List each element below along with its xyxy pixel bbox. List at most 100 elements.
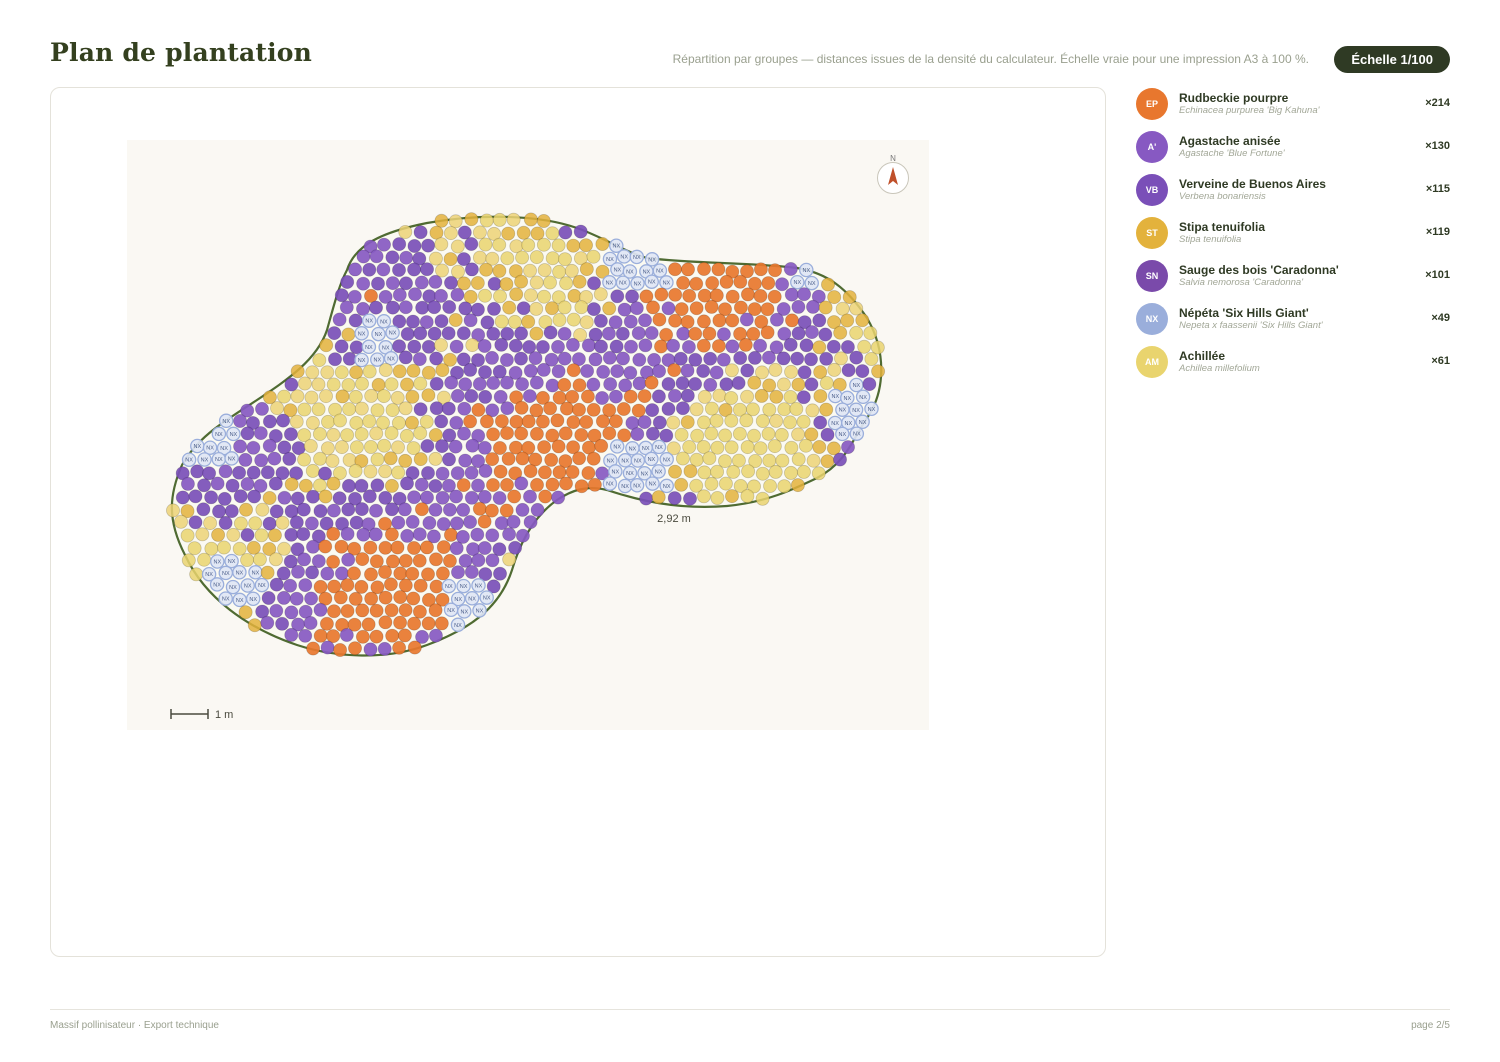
plant-dot: [421, 238, 436, 253]
plant-dot: [551, 439, 566, 454]
plant-dot: [738, 337, 753, 352]
plant-dot: [586, 249, 601, 264]
plant-dot: [450, 388, 465, 403]
legend-badge: SN: [1136, 260, 1168, 292]
plant-dot: [449, 541, 464, 556]
plant-dot: [267, 528, 282, 543]
plant-code-label: NX: [852, 408, 860, 414]
plant-code-label: NX: [244, 584, 252, 590]
plant-dot: [718, 428, 733, 443]
plant-dot: [499, 375, 514, 390]
plant-dot: [776, 377, 791, 392]
plant-dot: [233, 439, 248, 454]
plant-dot: [593, 287, 608, 302]
plant-code-label: NX: [614, 267, 622, 273]
plant-dot: [760, 302, 775, 317]
plant-dot: [593, 339, 608, 354]
plant-dot: [688, 376, 703, 391]
plant-dot: [393, 566, 408, 581]
plant-dot: [558, 476, 573, 491]
plant-dot: [247, 618, 262, 633]
plant-dot: [502, 300, 517, 315]
plant-dot: [542, 275, 557, 290]
plant-dot: [537, 465, 552, 480]
plant-dot: [479, 262, 494, 277]
plant-dot: [318, 539, 333, 554]
plant-dot: [304, 591, 319, 606]
plant-code-label: NX: [859, 395, 867, 401]
plant-dot: [529, 250, 544, 265]
plant-dot: [724, 363, 739, 378]
plant-dot: [470, 478, 485, 493]
plant-dot: [340, 274, 355, 289]
plant-dot: [368, 300, 383, 315]
plant-dot: [676, 275, 691, 290]
plant-dot: [407, 287, 422, 302]
plant-dot: [711, 262, 726, 277]
plant-dot: [675, 451, 690, 466]
plant-dot: [696, 489, 711, 504]
plant-dot: [284, 627, 299, 642]
plant-dot: [521, 414, 536, 429]
legend-item-nx: NX Népéta 'Six Hills Giant' Nepeta x faa…: [1136, 303, 1450, 346]
plant-dot: [704, 401, 719, 416]
plant-dot: [356, 276, 371, 291]
plant-dot: [732, 426, 747, 441]
plant-dot: [444, 375, 459, 390]
plant-dot: [709, 413, 724, 428]
plant-dot: [516, 225, 531, 240]
plant-dot: [651, 490, 666, 505]
plant-dot: [610, 289, 625, 304]
plant-code-label: NX: [793, 280, 801, 286]
plant-dot: [313, 579, 328, 594]
plant-dot: [433, 288, 448, 303]
plant-dot: [740, 389, 755, 404]
plant-dot: [812, 313, 827, 328]
plant-dot: [180, 528, 195, 543]
plant-dot: [464, 388, 479, 403]
plant-dot: [412, 553, 427, 568]
plant-dot: [290, 564, 305, 579]
plant-dot: [399, 428, 414, 443]
plant-dot: [559, 276, 574, 291]
plant-dot: [682, 439, 697, 454]
plant-dot: [355, 552, 370, 567]
plant-dot: [262, 438, 277, 453]
plant-dot: [500, 251, 515, 266]
plant-dot: [429, 376, 444, 391]
plant-dot: [421, 388, 436, 403]
plant-dot: [747, 375, 762, 390]
plant-dot: [666, 415, 681, 430]
plant-dot: [668, 313, 683, 328]
plant-dot: [463, 414, 478, 429]
plant-dot: [378, 362, 393, 377]
plant-dot: [603, 377, 618, 392]
plant-dot: [333, 590, 348, 605]
plant-dot: [666, 338, 681, 353]
plant-code-label: NX: [649, 482, 657, 488]
plant-dot: [464, 262, 479, 277]
plant-code-label: NX: [838, 432, 846, 438]
plant-dot: [428, 628, 443, 643]
plant-code-label: NX: [626, 270, 634, 276]
plant-dot: [521, 238, 536, 253]
plant-dot: [492, 237, 507, 252]
plant-dot: [362, 414, 377, 429]
plant-dot: [813, 415, 828, 430]
plant-code-label: NX: [236, 598, 244, 604]
plant-dot: [428, 603, 443, 618]
plant-dot: [464, 212, 479, 227]
legend-count: ×49: [1431, 312, 1450, 324]
legend-count: ×101: [1425, 269, 1450, 281]
plant-dot: [419, 540, 434, 555]
plant-dot: [342, 402, 357, 417]
plant-dot: [567, 288, 582, 303]
plant-dot: [449, 516, 464, 531]
plant-dot: [514, 426, 529, 441]
plant-code-label: NX: [629, 446, 637, 452]
plant-dot: [566, 363, 581, 378]
plant-dot: [477, 440, 492, 455]
plant-dot: [821, 277, 836, 292]
plant-dot: [369, 629, 384, 644]
plant-dot: [320, 365, 335, 380]
